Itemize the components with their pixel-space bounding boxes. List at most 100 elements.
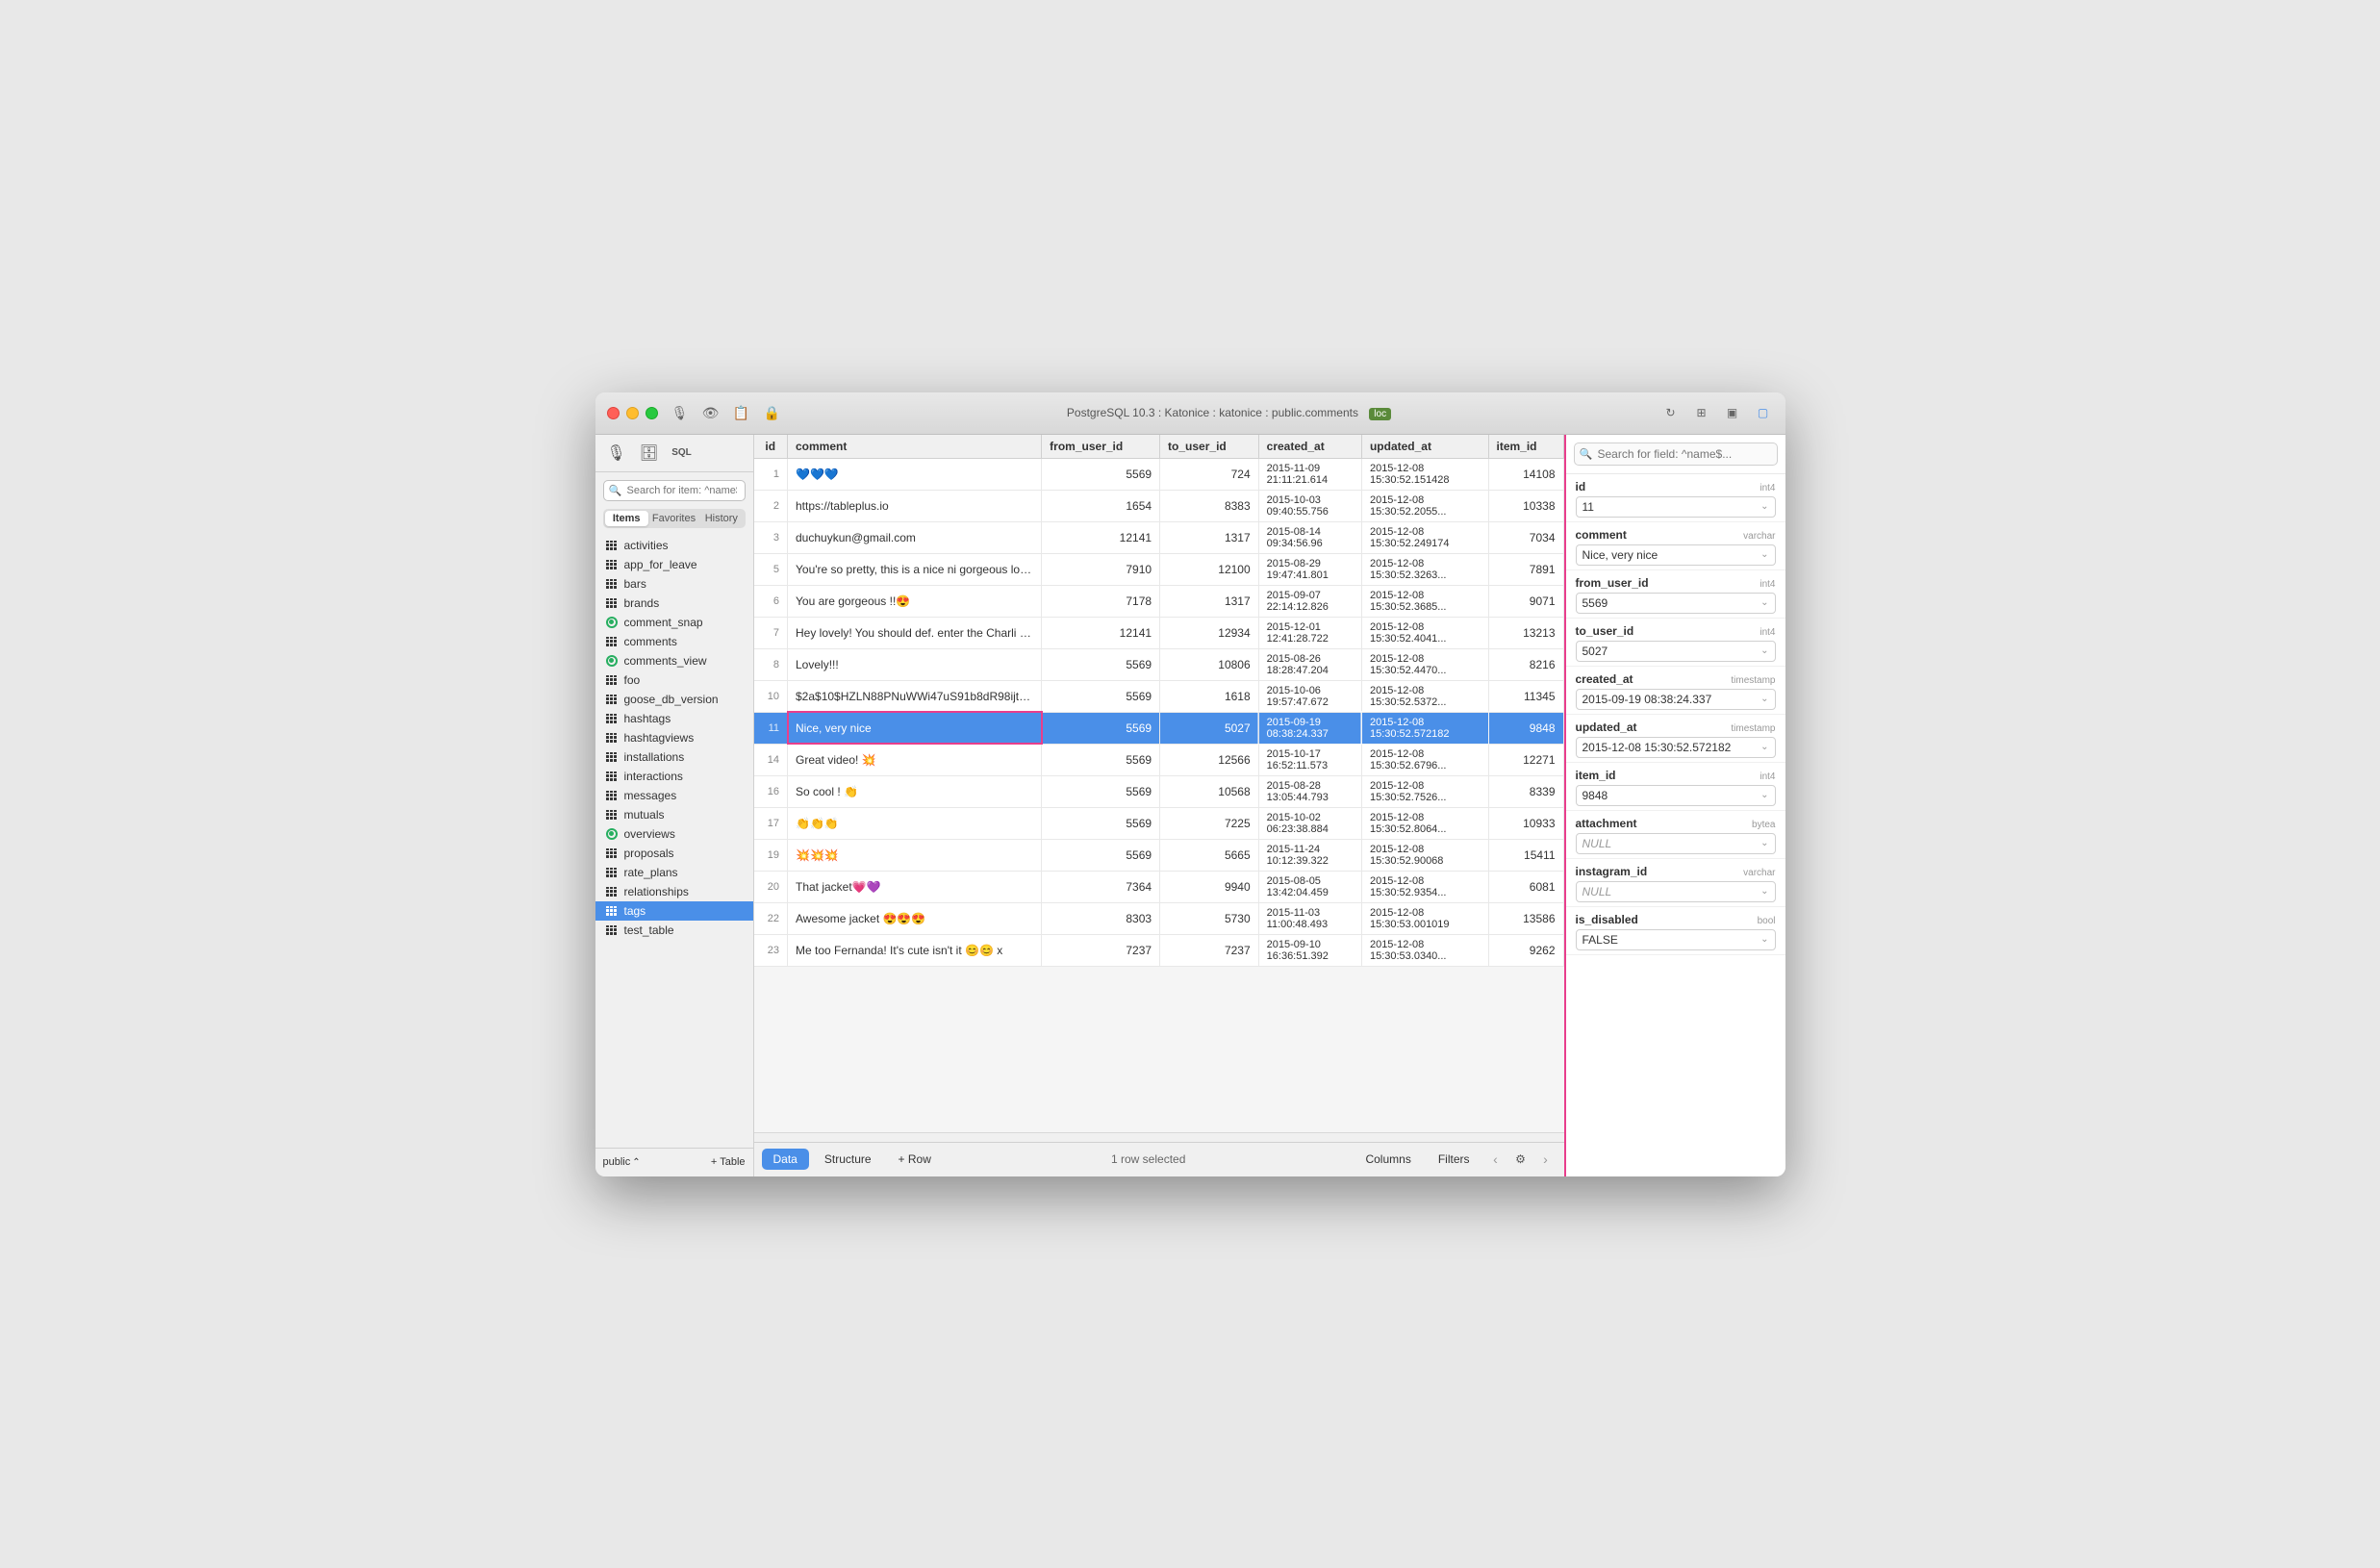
sidebar-item-hashtagviews[interactable]: hashtagviews (595, 728, 753, 747)
minimize-button[interactable] (626, 407, 639, 419)
field-value-id[interactable]: 11⌄ (1576, 496, 1776, 518)
col-from_user_id[interactable]: from_user_id (1042, 435, 1160, 459)
field-value-updated_at[interactable]: 2015-12-08 15:30:52.572182⌄ (1576, 737, 1776, 758)
tab-structure-button[interactable]: Structure (813, 1149, 883, 1170)
sidebar-item-comments[interactable]: comments (595, 632, 753, 651)
filters-button[interactable]: Filters (1427, 1149, 1481, 1170)
col-created_at[interactable]: created_at (1258, 435, 1361, 459)
field-value-from_user_id[interactable]: 5569⌄ (1576, 593, 1776, 614)
table-row[interactable]: 5You're so pretty, this is a nice ni gor… (754, 553, 1564, 585)
sidebar-item-app_for_leave[interactable]: app_for_leave (595, 555, 753, 574)
table-row[interactable]: 22Awesome jacket 😍😍😍830357302015-11-0311… (754, 902, 1564, 934)
panel-right-icon[interactable]: ▢ (1753, 402, 1774, 423)
columns-button[interactable]: Columns (1354, 1149, 1422, 1170)
cell-comment[interactable]: You're so pretty, this is a nice ni gorg… (788, 553, 1042, 585)
sidebar-item-comments_view[interactable]: comments_view (595, 651, 753, 670)
add-table-button[interactable]: + Table (711, 1156, 746, 1168)
sidebar-item-goose_db_version[interactable]: goose_db_version (595, 690, 753, 709)
refresh-icon[interactable]: ↻ (1660, 402, 1682, 423)
table-row[interactable]: 17👏👏👏556972252015-10-0206:23:38.8842015-… (754, 807, 1564, 839)
document-icon[interactable]: 📋 (731, 402, 752, 423)
cell-comment[interactable]: https://tableplus.io (788, 490, 1042, 521)
field-value-item_id[interactable]: 9848⌄ (1576, 785, 1776, 806)
field-value-comment[interactable]: Nice, very nice⌄ (1576, 544, 1776, 566)
panel-left-icon[interactable]: ▣ (1722, 402, 1743, 423)
field-value-to_user_id[interactable]: 5027⌄ (1576, 641, 1776, 662)
sidebar-item-tags[interactable]: tags (595, 901, 753, 921)
table-container[interactable]: idcommentfrom_user_idto_user_idcreated_a… (754, 435, 1564, 1132)
col-item_id[interactable]: item_id (1488, 435, 1563, 459)
field-value-created_at[interactable]: 2015-09-19 08:38:24.337⌄ (1576, 689, 1776, 710)
cell-to_user_id: 5027 (1160, 712, 1259, 744)
cell-comment[interactable]: Hey lovely! You should def. enter the Ch… (788, 617, 1042, 648)
horizontal-scrollbar[interactable] (754, 1132, 1564, 1142)
table-row[interactable]: 23Me too Fernanda! It's cute isn't it 😊😊… (754, 934, 1564, 966)
sidebar-item-bars[interactable]: bars (595, 574, 753, 594)
sidebar-item-foo[interactable]: foo (595, 670, 753, 690)
table-row[interactable]: 14Great video! 💥5569125662015-10-1716:52… (754, 744, 1564, 775)
sidebar-item-installations[interactable]: installations (595, 747, 753, 767)
sidebar-item-activities[interactable]: activities (595, 536, 753, 555)
cell-comment[interactable]: 👏👏👏 (788, 807, 1042, 839)
table-row[interactable]: 3duchuykun@gmail.com1214113172015-08-140… (754, 521, 1564, 553)
col-to_user_id[interactable]: to_user_id (1160, 435, 1259, 459)
sidebar-item-relationships[interactable]: relationships (595, 882, 753, 901)
table-row[interactable]: 6You are gorgeous !!😍717813172015-09-072… (754, 585, 1564, 617)
table-row[interactable]: 10$2a$10$HZLN88PNuWWi47uS91b8dR98ijt0kbl… (754, 680, 1564, 712)
sidebar-item-comment_snap[interactable]: comment_snap (595, 613, 753, 632)
tab-data-button[interactable]: Data (762, 1149, 809, 1170)
tab-favorites[interactable]: Favorites (648, 511, 699, 526)
add-row-button[interactable]: + Row (887, 1149, 943, 1170)
cell-comment[interactable]: Nice, very nice (788, 712, 1042, 744)
settings-icon[interactable]: ⚙ (1510, 1149, 1532, 1170)
database-icon[interactable]: 🎙 (603, 443, 630, 464)
sidebar-item-messages[interactable]: messages (595, 786, 753, 805)
sidebar-item-overviews[interactable]: overviews (595, 824, 753, 844)
col-updated_at[interactable]: updated_at (1361, 435, 1488, 459)
table-row[interactable]: 19💥💥💥556956652015-11-2410:12:39.3222015-… (754, 839, 1564, 871)
sidebar-item-proposals[interactable]: proposals (595, 844, 753, 863)
tab-items[interactable]: Items (605, 511, 648, 526)
sidebar-item-rate_plans[interactable]: rate_plans (595, 863, 753, 882)
prev-page-icon[interactable]: ‹ (1485, 1149, 1506, 1170)
table-row[interactable]: 8Lovely!!!5569108062015-08-2618:28:47.20… (754, 648, 1564, 680)
tab-history[interactable]: History (699, 511, 743, 526)
lock-icon[interactable]: 🔒 (762, 402, 783, 423)
cell-comment[interactable]: duchuykun@gmail.com (788, 521, 1042, 553)
col-comment[interactable]: comment (788, 435, 1042, 459)
grid-icon[interactable]: ⊞ (1691, 402, 1712, 423)
cell-comment[interactable]: Great video! 💥 (788, 744, 1042, 775)
cell-comment[interactable]: 💥💥💥 (788, 839, 1042, 871)
sidebar-item-mutuals[interactable]: mutuals (595, 805, 753, 824)
right-panel-search-input[interactable] (1574, 443, 1778, 466)
table-row[interactable]: 7Hey lovely! You should def. enter the C… (754, 617, 1564, 648)
cell-comment[interactable]: You are gorgeous !!😍 (788, 585, 1042, 617)
sidebar-item-brands[interactable]: brands (595, 594, 753, 613)
schema-select[interactable]: public ⌃ (603, 1156, 705, 1168)
cell-comment[interactable]: Lovely!!! (788, 648, 1042, 680)
server-icon[interactable]: 🗄 (636, 443, 663, 464)
cell-comment[interactable]: That jacket💗💜 (788, 871, 1042, 902)
cell-comment[interactable]: Awesome jacket 😍😍😍 (788, 902, 1042, 934)
sidebar-item-hashtags[interactable]: hashtags (595, 709, 753, 728)
sql-icon[interactable]: SQL (669, 443, 696, 464)
table-row[interactable]: 2https://tableplus.io165483832015-10-030… (754, 490, 1564, 521)
sidebar-search-input[interactable] (603, 480, 746, 501)
cell-comment[interactable]: Me too Fernanda! It's cute isn't it 😊😊 x (788, 934, 1042, 966)
next-page-icon[interactable]: › (1535, 1149, 1557, 1170)
eye-icon[interactable]: 👁 (700, 402, 722, 423)
cell-comment[interactable]: So cool ! 👏 (788, 775, 1042, 807)
table-row[interactable]: 11Nice, very nice556950272015-09-1908:38… (754, 712, 1564, 744)
maximize-button[interactable] (646, 407, 658, 419)
cell-comment[interactable]: 💙💙💙 (788, 458, 1042, 490)
table-row[interactable]: 16So cool ! 👏5569105682015-08-2813:05:44… (754, 775, 1564, 807)
field-value-attachment[interactable]: NULL⌄ (1576, 833, 1776, 854)
sidebar-item-test_table[interactable]: test_table (595, 921, 753, 940)
table-row[interactable]: 1💙💙💙55697242015-11-0921:11:21.6142015-12… (754, 458, 1564, 490)
table-row[interactable]: 20That jacket💗💜736499402015-08-0513:42:0… (754, 871, 1564, 902)
close-button[interactable] (607, 407, 620, 419)
field-value-instagram_id[interactable]: NULL⌄ (1576, 881, 1776, 902)
cell-comment[interactable]: $2a$10$HZLN88PNuWWi47uS91b8dR98ijt0kblvc… (788, 680, 1042, 712)
sidebar-item-interactions[interactable]: interactions (595, 767, 753, 786)
field-value-is_disabled[interactable]: FALSE⌄ (1576, 929, 1776, 950)
